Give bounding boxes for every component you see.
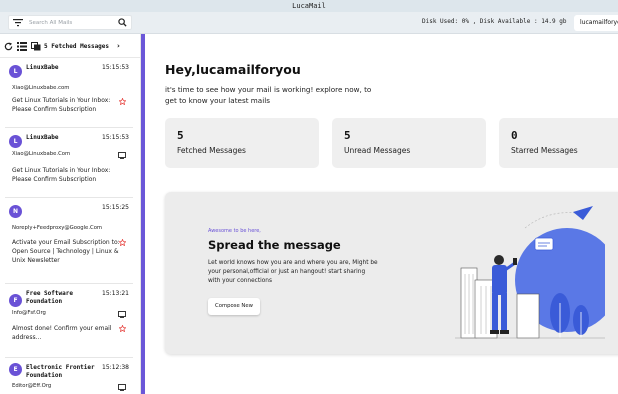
stat-label: Fetched Messages: [177, 146, 246, 155]
refresh-icon[interactable]: [4, 42, 13, 51]
avatar: E: [9, 363, 22, 376]
messaging-illustration: [455, 206, 605, 339]
message-icon[interactable]: [118, 384, 126, 391]
avatar: F: [9, 294, 22, 307]
mail-item[interactable]: N 15:15:25 Noreply+Feedproxy@Google.Com …: [5, 200, 133, 284]
search-box[interactable]: Search All Mails: [8, 15, 132, 30]
mail-subject: Activate your Email Subscription to: Ope…: [12, 239, 120, 264]
account-label[interactable]: lucamailforyou: [574, 15, 618, 31]
mail-sender: Free Software Foundation: [26, 290, 73, 305]
message-icon[interactable]: [118, 311, 126, 318]
mail-time: 15:13:21: [102, 290, 129, 297]
compose-new-button[interactable]: Compose New: [208, 298, 260, 315]
stat-card-starred: 0 Starred Messages: [499, 118, 618, 168]
stat-value: 0: [511, 129, 518, 142]
promo-banner: Awesome to be here, Spread the message L…: [165, 192, 618, 354]
mail-time: 15:15:53: [102, 134, 129, 141]
mail-sender: LinuxBabe: [26, 134, 59, 141]
mail-item[interactable]: L LinuxBabe 15:15:53 Xiao@Linuxbabe.com …: [5, 60, 133, 128]
fetched-count: 5 Fetched Messages: [44, 43, 110, 50]
stat-label: Starred Messages: [511, 146, 578, 155]
mail-address: Noreply+Feedproxy@Google.Com: [12, 225, 103, 231]
mail-address: Xiao@Linuxbabe.com: [12, 85, 70, 91]
stat-value: 5: [344, 129, 351, 142]
mail-item[interactable]: F Free Software Foundation 15:13:21 Info…: [5, 286, 133, 358]
search-input[interactable]: Search All Mails: [29, 18, 72, 28]
star-icon[interactable]: [119, 239, 126, 246]
star-icon[interactable]: [119, 98, 126, 105]
mail-list-toolbar: 5 Fetched Messages ›: [0, 34, 140, 58]
mail-subject: Get Linux Tutorials in Your Inbox: Pleas…: [12, 167, 111, 183]
mail-sender: LinuxBabe: [26, 64, 59, 71]
avatar: L: [9, 135, 22, 148]
mail-sender: Electronic Frontier Foundation: [26, 364, 95, 379]
mail-time: 15:15:53: [102, 64, 129, 71]
mail-list-sidebar: 5 Fetched Messages › L LinuxBabe 15:15:5…: [0, 34, 141, 394]
mail-item[interactable]: L LinuxBabe 15:15:53 Xiao@Linuxbabe.Com …: [5, 130, 133, 198]
mail-time: 15:12:38: [102, 364, 129, 371]
stat-card-unread: 5 Unread Messages: [332, 118, 486, 168]
intro-text: it's time to see how your mail is workin…: [165, 85, 372, 105]
chevron-right-icon[interactable]: ›: [117, 42, 120, 51]
copy-icon[interactable]: [31, 42, 41, 51]
avatar: N: [9, 205, 22, 218]
stat-value: 5: [177, 129, 184, 142]
stat-card-fetched: 5 Fetched Messages: [165, 118, 319, 168]
top-bar: Search All Mails Disk Used: 0% , Disk Av…: [0, 12, 618, 34]
avatar: L: [9, 65, 22, 78]
banner-kicker: Awesome to be here,: [208, 228, 261, 234]
disk-usage: Disk Used: 0% , Disk Available : 14.9 gb: [422, 18, 567, 25]
message-icon[interactable]: [118, 152, 126, 159]
star-icon[interactable]: [119, 325, 126, 332]
mail-address: Info@Fsf.Org: [12, 310, 46, 316]
mail-subject: Get Linux Tutorials in Your Inbox: Pleas…: [12, 97, 111, 113]
banner-heading: Spread the message: [208, 238, 341, 252]
window-title: LucaMail: [0, 0, 618, 12]
banner-description: Let world knows how you are and where yo…: [208, 260, 378, 284]
dashboard: Hey,lucamailforyou it's time to see how …: [145, 34, 618, 394]
filter-icon[interactable]: [13, 18, 23, 27]
mail-subject: Almost done! Confirm your email address.…: [12, 325, 112, 341]
search-icon[interactable]: [118, 18, 127, 27]
list-view-icon[interactable]: [17, 42, 27, 51]
mail-address: Xiao@Linuxbabe.Com: [12, 151, 71, 157]
greeting-heading: Hey,lucamailforyou: [165, 62, 301, 77]
mail-address: Editor@Eff.Org: [12, 383, 52, 389]
stat-label: Unread Messages: [344, 146, 411, 155]
mail-item[interactable]: E Electronic Frontier Foundation 15:12:3…: [5, 360, 133, 394]
mail-time: 15:15:25: [102, 204, 129, 211]
